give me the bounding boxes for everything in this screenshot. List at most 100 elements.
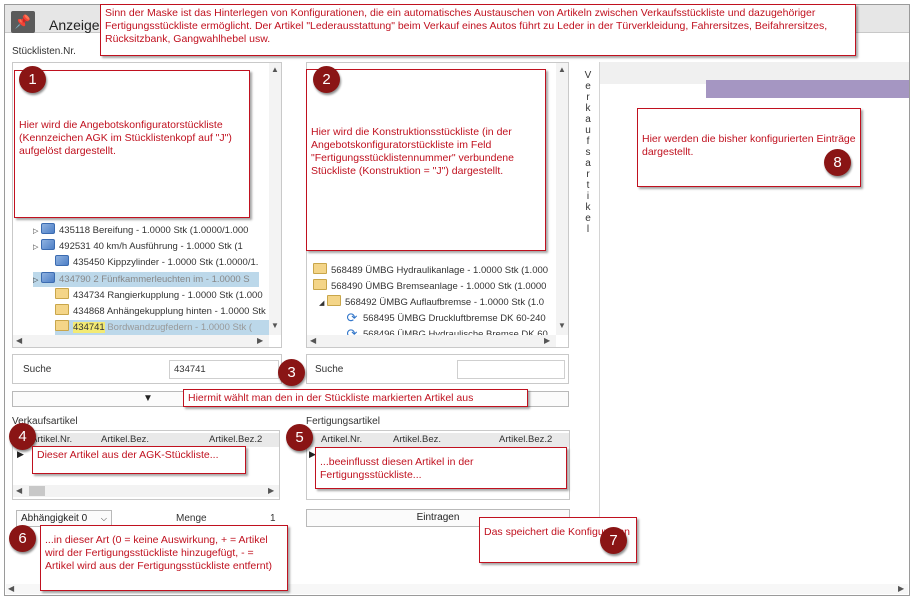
- scroll-up-icon[interactable]: ▲: [558, 65, 566, 74]
- grid-hscroll[interactable]: ◀ ▶: [13, 485, 279, 497]
- vertical-tab-letter: u: [585, 125, 591, 136]
- vertical-tab-letter: a: [585, 114, 591, 125]
- tree-item[interactable]: 435450 Kippzylinder - 1.0000 Stk (1.0000…: [55, 255, 269, 270]
- divider: [599, 62, 600, 562]
- tree-item[interactable]: 568490 ÜMBG Bremseanlage - 1.0000 Stk (1…: [313, 279, 556, 294]
- tree-item-label: 568495 ÜMBG Druckluftbremse DK 60-240: [363, 313, 546, 324]
- folder-icon: [55, 304, 69, 315]
- tree-item[interactable]: ⟳ 568495 ÜMBG Druckluftbremse DK 60-240: [345, 311, 556, 326]
- menge-value[interactable]: 1: [270, 513, 276, 524]
- tree-item-label: 568490 ÜMBG Bremseanlage - 1.0000 Stk (1…: [331, 281, 547, 292]
- annotation-8: Hier werden die bisher konfigurierten Ei…: [637, 108, 861, 187]
- window-title: Anzeige: [49, 17, 100, 33]
- column-header[interactable]: Artikel.Bez.2: [209, 433, 262, 447]
- vertical-tab-letter: V: [584, 70, 592, 81]
- search-input[interactable]: 434741: [169, 360, 279, 379]
- tree-item[interactable]: 434734 Rangierkupplung - 1.0000 Stk (1.0…: [55, 288, 269, 303]
- right-tree-vscroll[interactable]: ▲ ▼: [556, 63, 568, 335]
- vertical-tab-letter: l: [586, 224, 590, 235]
- scroll-left-icon[interactable]: ◀: [16, 336, 22, 345]
- expand-icon[interactable]: ▷: [33, 240, 41, 254]
- folder-icon: [327, 295, 341, 306]
- tree-item[interactable]: ◢ 568492 ÜMBG Auflaufbremse - 1.0000 Stk …: [319, 295, 546, 310]
- annotation-2: Hier wird die Konstruktionsstückliste (i…: [306, 69, 546, 251]
- fertigungsartikel-label: Fertigungsartikel: [306, 416, 380, 427]
- column-header[interactable]: Artikel.Bez.: [101, 433, 149, 447]
- annotation-top: Sinn der Maske ist das Hinterlegen von K…: [100, 4, 856, 56]
- menge-label: Menge: [176, 513, 207, 524]
- abhaengigkeit-value: 0: [81, 513, 88, 524]
- column-header[interactable]: Artikel.Bez.2: [499, 433, 552, 447]
- grid-header: Artikel.Nr. Artikel.Bez. Artikel.Bez.2: [307, 433, 569, 447]
- scroll-down-icon[interactable]: ▼: [271, 321, 279, 330]
- tree-item-label: 568489 ÜMBG Hydraulikanlage - 1.0000 Stk…: [331, 265, 549, 276]
- scroll-left-icon[interactable]: ◀: [16, 486, 22, 495]
- tree-item-label: 434790 2 Fünfkammerleuchten im - 1.0000 …: [59, 274, 250, 285]
- article-cube-icon: [55, 255, 69, 266]
- badge-8: 8: [824, 149, 851, 176]
- tree-item[interactable]: ▷ 434790 2 Fünfkammerleuchten im - 1.0000…: [33, 272, 259, 287]
- badge-1: 1: [19, 66, 46, 93]
- annotation-6: ...in dieser Art (0 = keine Auswirkung, …: [40, 525, 288, 591]
- tree-item[interactable]: ▷ 435118 Bereifung - 1.0000 Stk (1.0000/1…: [33, 223, 259, 238]
- scroll-left-icon[interactable]: ◀: [310, 336, 316, 345]
- scroll-right-icon[interactable]: ▶: [898, 584, 904, 593]
- tree-item[interactable]: ▷ 492531 40 km/h Ausführung - 1.0000 Stk …: [33, 239, 259, 254]
- stuecklisten-nr-label: Stücklisten.Nr.: [12, 46, 76, 57]
- vertical-tab-letter: r: [586, 92, 590, 103]
- column-header[interactable]: Artikel.Nr.: [321, 433, 362, 447]
- scroll-up-icon[interactable]: ▲: [271, 65, 279, 74]
- tree-item[interactable]: 568489 ÜMBG Hydraulikanlage - 1.0000 Stk…: [313, 263, 556, 278]
- folder-icon: [55, 288, 69, 299]
- annotation-5: ...beeinflusst diesen Artikel in der Fer…: [315, 447, 567, 489]
- grid-header: Artikel.Nr. Artikel.Bez. Artikel.Bez.2: [13, 433, 279, 447]
- annotation-4: Dieser Artikel aus der AGK-Stückliste...: [32, 446, 246, 474]
- vertical-tab-letter: i: [586, 191, 590, 202]
- folder-icon: [313, 279, 327, 290]
- vertical-tab-letter: f: [586, 136, 590, 147]
- folder-icon: [313, 263, 327, 274]
- vertical-tab-letter: t: [586, 180, 590, 191]
- left-search-row: Suche 434741: [12, 354, 282, 384]
- right-tree-hscroll[interactable]: ◀ ▶: [307, 335, 556, 347]
- pin-icon[interactable]: 📌: [11, 11, 35, 33]
- vertical-tab-letter: e: [585, 81, 591, 92]
- expand-icon[interactable]: ▷: [33, 224, 41, 238]
- tree-item-label: 434734 Rangierkupplung - 1.0000 Stk (1.0…: [73, 290, 263, 301]
- left-tree-vscroll[interactable]: ▲ ▼: [269, 63, 281, 335]
- configured-entries-bar[interactable]: [706, 80, 909, 98]
- row-pointer-icon: ▶: [17, 449, 24, 459]
- abhaengigkeit-label: Abhängigkeit: [21, 513, 79, 524]
- search-input[interactable]: [457, 360, 565, 379]
- column-header[interactable]: Artikel.Bez.: [393, 433, 441, 447]
- scroll-down-icon[interactable]: ▼: [558, 321, 566, 330]
- badge-6: 6: [9, 525, 36, 552]
- tree-item-label: 434868 Anhängekupplung hinten - 1.0000 S…: [73, 306, 266, 317]
- scroll-thumb[interactable]: [29, 486, 45, 496]
- tree-item-label: 435450 Kippzylinder - 1.0000 Stk (1.0000…: [73, 257, 259, 268]
- badge-5: 5: [286, 424, 313, 451]
- chevron-down-icon: ▼: [143, 393, 153, 404]
- tree-item[interactable]: 434741 Bordwandzugfedern - 1.0000 Stk (: [55, 320, 269, 335]
- article-cube-icon: [41, 239, 55, 250]
- replace-cycle-icon: ⟳: [346, 311, 358, 325]
- tree-item-label: Bordwandzugfedern - 1.0000 Stk (: [104, 322, 253, 333]
- badge-7: 7: [600, 527, 627, 554]
- search-label: Suche: [23, 364, 52, 375]
- column-header[interactable]: Artikel.Nr.: [31, 433, 72, 447]
- badge-2: 2: [313, 66, 340, 93]
- left-tree-hscroll[interactable]: ◀ ▶: [13, 335, 269, 347]
- vertical-tab-letter: e: [585, 213, 591, 224]
- verkaufsartikel-vertical-tab[interactable]: Verkaufsartikel: [583, 70, 593, 235]
- highlighted-number: 434741: [73, 322, 105, 333]
- scroll-right-icon[interactable]: ▶: [544, 336, 550, 345]
- badge-3: 3: [278, 359, 305, 386]
- vertical-tab-letter: k: [585, 103, 591, 114]
- scroll-right-icon[interactable]: ▶: [268, 486, 274, 495]
- expand-icon[interactable]: ▷: [33, 273, 41, 287]
- tree-item-label: 568492 ÜMBG Auflaufbremse - 1.0000 Stk (…: [345, 297, 545, 308]
- scroll-left-icon[interactable]: ◀: [8, 584, 14, 593]
- collapse-icon[interactable]: ◢: [319, 296, 327, 310]
- scroll-right-icon[interactable]: ▶: [257, 336, 263, 345]
- tree-item[interactable]: 434868 Anhängekupplung hinten - 1.0000 S…: [55, 304, 269, 319]
